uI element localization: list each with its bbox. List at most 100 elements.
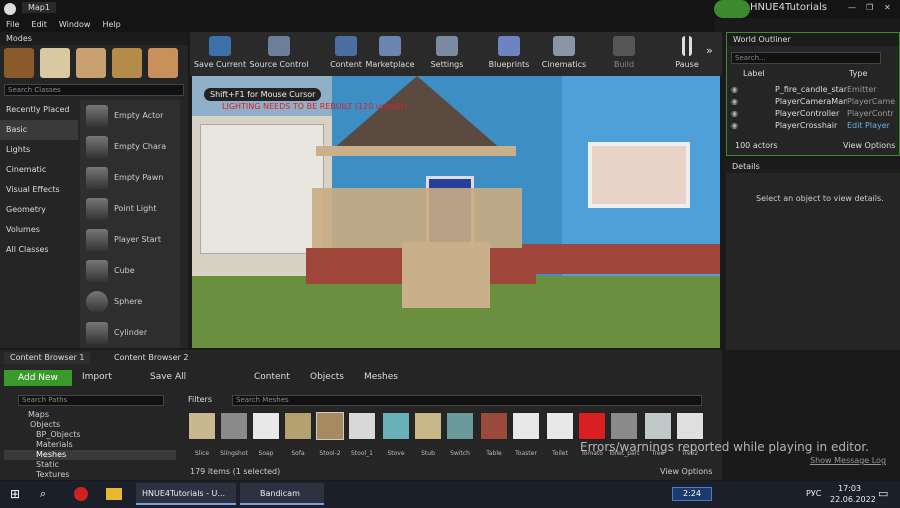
level-viewport[interactable]: Shift+F1 for Mouse Cursor LIGHTING NEEDS… — [192, 76, 720, 348]
eye-icon[interactable]: ◉ — [731, 109, 738, 118]
content-browser-2-tab[interactable]: Content Browser 2 — [108, 352, 194, 364]
minimize-button[interactable]: — — [848, 3, 856, 12]
menu-edit[interactable]: Edit — [25, 18, 53, 32]
menu-help[interactable]: Help — [96, 18, 126, 32]
outliner-row[interactable]: ◉ P_fire_candle_stand Emitter — [727, 85, 899, 97]
search-meshes-input[interactable]: Search Meshes — [232, 395, 702, 406]
menu-file[interactable]: File — [0, 18, 25, 32]
place-item[interactable]: Point Light — [80, 193, 180, 224]
place-mode-icon[interactable] — [4, 48, 34, 78]
file-explorer-icon[interactable] — [106, 488, 122, 500]
eye-icon[interactable]: ◉ — [731, 121, 738, 130]
folder-static[interactable]: Static — [4, 460, 176, 470]
pause-button[interactable]: Pause — [664, 34, 710, 74]
place-item[interactable]: Sphere — [80, 286, 180, 317]
clock-date[interactable]: 22.06.2022 — [830, 495, 876, 504]
asset-tile[interactable] — [188, 412, 216, 440]
outliner-row[interactable]: ◉ PlayerCrosshair Edit Player — [727, 121, 899, 133]
category-cinematic[interactable]: Cinematic — [0, 160, 78, 180]
save-current-button[interactable]: Save Current — [191, 34, 249, 74]
paint-mode-icon[interactable] — [40, 48, 70, 78]
asset-tile[interactable] — [446, 412, 474, 440]
path-objects[interactable]: Objects — [310, 372, 344, 382]
bandicam-tray-icon[interactable] — [74, 487, 88, 501]
category-geometry[interactable]: Geometry — [0, 200, 78, 220]
asset-tile[interactable] — [644, 412, 672, 440]
folder-textures[interactable]: Textures — [4, 470, 176, 480]
foliage-mode-icon[interactable] — [112, 48, 142, 78]
asset-tile[interactable] — [676, 412, 704, 440]
folder-meshes[interactable]: Meshes — [4, 450, 176, 460]
cinematics-button[interactable]: Cinematics — [538, 34, 590, 74]
outliner-search-input[interactable]: Search... — [731, 52, 881, 64]
asset-tile[interactable] — [512, 412, 540, 440]
asset-tile[interactable] — [348, 412, 376, 440]
folder-bp-objects[interactable]: BP_Objects — [4, 430, 176, 440]
place-item[interactable]: Empty Chara — [80, 131, 180, 162]
close-button[interactable]: ✕ — [884, 3, 891, 12]
category-lights[interactable]: Lights — [0, 140, 78, 160]
place-item[interactable]: Empty Actor — [80, 100, 180, 131]
source-control-button[interactable]: Source Control — [248, 34, 310, 74]
marketplace-button[interactable]: Marketplace — [364, 34, 416, 74]
asset-tile[interactable] — [382, 412, 410, 440]
taskbar-app-unreal[interactable]: HNUE4Tutorials - U... — [136, 483, 236, 505]
path-meshes[interactable]: Meshes — [364, 372, 398, 382]
folder-objects[interactable]: Objects — [4, 420, 176, 430]
taskbar-app-bandicam[interactable]: Bandicam — [240, 483, 324, 505]
settings-button[interactable]: Settings — [422, 34, 472, 74]
asset-tile[interactable] — [610, 412, 638, 440]
label-column-header[interactable]: Label — [743, 69, 765, 78]
asset-tile-selected[interactable] — [316, 412, 344, 440]
save-all-button[interactable]: Save All — [150, 372, 186, 382]
map-tab[interactable]: Map1 — [22, 2, 56, 13]
modes-tab[interactable]: Modes — [0, 32, 188, 45]
import-button[interactable]: Import — [82, 372, 112, 382]
category-volumes[interactable]: Volumes — [0, 220, 78, 240]
asset-tile[interactable] — [252, 412, 280, 440]
blueprints-button[interactable]: Blueprints — [483, 34, 535, 74]
landscape-mode-icon[interactable] — [76, 48, 106, 78]
details-tab[interactable]: Details — [726, 160, 900, 173]
add-new-button[interactable]: Add New — [4, 370, 72, 386]
asset-tile[interactable] — [480, 412, 508, 440]
outliner-row[interactable]: ◉ PlayerController PlayerContr — [727, 109, 899, 121]
content-browser-1-tab[interactable]: Content Browser 1 — [4, 352, 91, 364]
windows-start-icon[interactable]: ⊞ — [10, 487, 20, 501]
build-button[interactable]: Build — [600, 34, 648, 74]
geometry-mode-icon[interactable] — [148, 48, 178, 78]
place-item[interactable]: Cylinder — [80, 317, 180, 348]
category-all-classes[interactable]: All Classes — [0, 240, 78, 260]
category-basic[interactable]: Basic — [0, 120, 78, 140]
toolbar-overflow-icon[interactable]: » — [706, 44, 713, 57]
content-button[interactable]: Content — [322, 34, 370, 74]
menu-window[interactable]: Window — [53, 18, 97, 32]
recording-timer[interactable]: 2:24 — [672, 487, 712, 501]
eye-icon[interactable]: ◉ — [731, 97, 738, 106]
category-recently-placed[interactable]: Recently Placed — [0, 100, 78, 120]
clock-time[interactable]: 17:03 — [838, 484, 861, 493]
asset-tile[interactable] — [220, 412, 248, 440]
folder-materials[interactable]: Materials — [4, 440, 176, 450]
outliner-view-options[interactable]: View Options — [843, 141, 895, 150]
place-item[interactable]: Empty Pawn — [80, 162, 180, 193]
asset-tile[interactable] — [284, 412, 312, 440]
notifications-icon[interactable]: ▭ — [878, 487, 888, 500]
world-outliner-tab[interactable]: World Outliner — [727, 33, 899, 46]
show-message-log-link[interactable]: Show Message Log — [810, 456, 886, 465]
search-paths-input[interactable]: Search Paths — [18, 395, 164, 406]
search-classes-input[interactable]: Search Classes — [4, 84, 184, 96]
path-content[interactable]: Content — [254, 372, 290, 382]
content-view-options[interactable]: View Options — [660, 467, 712, 476]
filters-button[interactable]: Filters — [188, 395, 212, 404]
search-icon[interactable]: ⌕ — [40, 487, 46, 501]
outliner-row[interactable]: ◉ PlayerCameraMana PlayerCame — [727, 97, 899, 109]
asset-tile[interactable] — [546, 412, 574, 440]
asset-tile[interactable] — [578, 412, 606, 440]
place-item[interactable]: Cube — [80, 255, 180, 286]
type-column-header[interactable]: Type — [849, 69, 867, 78]
folder-maps[interactable]: Maps — [4, 410, 176, 420]
place-item[interactable]: Player Start — [80, 224, 180, 255]
asset-tile[interactable] — [414, 412, 442, 440]
eye-icon[interactable]: ◉ — [731, 85, 738, 94]
